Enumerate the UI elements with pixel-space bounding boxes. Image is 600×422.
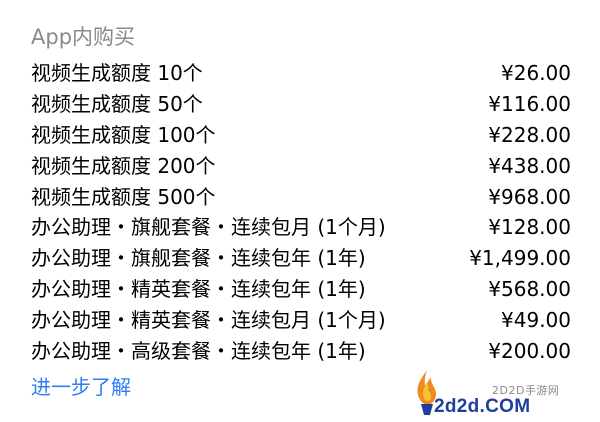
list-item: 视频生成额度 50个 ¥116.00 [31, 89, 571, 120]
item-price: ¥438.00 [488, 153, 571, 178]
item-name: 视频生成额度 100个 [31, 122, 216, 147]
list-item: 视频生成额度 500个 ¥968.00 [31, 181, 571, 212]
list-item: 办公助理・旗舰套餐・连续包年 (1年) ¥1,499.00 [31, 243, 571, 274]
item-price: ¥128.00 [488, 215, 571, 240]
item-name: 办公助理・精英套餐・连续包年 (1年) [31, 276, 366, 301]
item-name: 视频生成额度 50个 [31, 92, 203, 117]
item-price: ¥568.00 [488, 276, 571, 301]
item-price: ¥49.00 [501, 307, 571, 332]
item-name: 视频生成额度 200个 [31, 153, 216, 178]
list-item: 办公助理・精英套餐・连续包年 (1年) ¥568.00 [31, 274, 571, 305]
list-item: 视频生成额度 200个 ¥438.00 [31, 150, 571, 181]
item-price: ¥968.00 [488, 184, 571, 209]
list-item: 办公助理・高级套餐・连续包年 (1年) ¥200.00 [31, 335, 571, 366]
item-price: ¥200.00 [488, 338, 571, 363]
item-name: 办公助理・旗舰套餐・连续包月 (1个月) [31, 215, 386, 240]
in-app-purchase-list: 视频生成额度 10个 ¥26.00 视频生成额度 50个 ¥116.00 视频生… [31, 58, 571, 366]
item-name: 办公助理・精英套餐・连续包月 (1个月) [31, 307, 386, 332]
item-name: 办公助理・旗舰套餐・连续包年 (1年) [31, 246, 366, 271]
learn-more-link[interactable]: 进一步了解 [31, 372, 131, 402]
list-item: 办公助理・精英套餐・连续包月 (1个月) ¥49.00 [31, 304, 571, 335]
item-name: 视频生成额度 10个 [31, 61, 203, 86]
item-price: ¥1,499.00 [469, 246, 571, 271]
watermark-domain: 2d2d.COM [434, 396, 531, 417]
item-name: 视频生成额度 500个 [31, 184, 216, 209]
list-item: 办公助理・旗舰套餐・连续包月 (1个月) ¥128.00 [31, 212, 571, 243]
item-price: ¥26.00 [501, 61, 571, 86]
site-watermark: 2D2D手游网 2d2d.COM [412, 368, 582, 418]
item-price: ¥228.00 [488, 122, 571, 147]
list-item: 视频生成额度 100个 ¥228.00 [31, 120, 571, 151]
list-item: 视频生成额度 10个 ¥26.00 [31, 58, 571, 89]
item-price: ¥116.00 [488, 92, 571, 117]
section-title: App内购买 [31, 25, 136, 49]
item-name: 办公助理・高级套餐・连续包年 (1年) [31, 338, 366, 363]
